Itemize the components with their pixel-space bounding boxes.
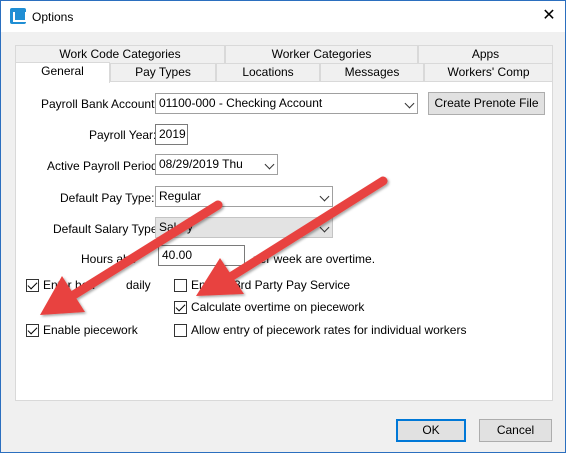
enable-piecework-checkbox[interactable] xyxy=(26,324,39,337)
default-pay-type-select[interactable]: Regular xyxy=(155,186,333,207)
bank-account-select[interactable]: 01100-000 - Checking Account xyxy=(155,93,418,114)
enter-hours-daily-checkbox[interactable] xyxy=(26,279,39,292)
calculate-overtime-label: Calculate overtime on piecework xyxy=(191,300,365,314)
payroll-year-label: Payroll Year: xyxy=(89,128,157,142)
close-icon[interactable]: ✕ xyxy=(535,3,563,29)
enter-hours-daily-label: Enter hou xyxy=(43,278,96,292)
default-salary-type-value: Salary xyxy=(159,220,194,234)
bank-account-value: 01100-000 - Checking Account xyxy=(159,96,323,110)
default-salary-type-select[interactable]: Salary xyxy=(155,217,333,238)
payroll-year-input[interactable]: 2019 xyxy=(155,124,188,145)
options-dialog: Options ✕ Work Code Categories Worker Ca… xyxy=(0,0,566,453)
general-panel: Payroll Bank Account: 01100-000 - Checki… xyxy=(15,81,553,401)
default-pay-type-value: Regular xyxy=(159,189,202,203)
cancel-button[interactable]: Cancel xyxy=(479,419,552,442)
tab-workers-comp[interactable]: Workers' Comp xyxy=(424,63,553,81)
default-salary-type-label: Default Salary Type: xyxy=(53,222,161,236)
allow-piecework-rates-label: Allow entry of piecework rates for indiv… xyxy=(191,323,467,337)
active-period-label: Active Payroll Period: xyxy=(47,159,162,173)
active-period-select[interactable]: 08/29/2019 Thu xyxy=(155,154,278,175)
title-bar: Options ✕ xyxy=(1,1,565,32)
tab-work-code-categories[interactable]: Work Code Categories xyxy=(15,45,225,63)
window-title: Options xyxy=(32,10,74,24)
allow-piecework-rates-checkbox[interactable] xyxy=(174,324,187,337)
third-party-pay-label: En xyxy=(191,278,206,292)
enter-hours-daily-label-tail: daily xyxy=(126,278,151,292)
tab-locations[interactable]: Locations xyxy=(216,63,320,81)
active-period-value: 08/29/2019 Thu xyxy=(159,157,243,171)
create-prenote-button[interactable]: Create Prenote File xyxy=(428,92,545,115)
enable-piecework-label: Enable piecework xyxy=(43,323,138,337)
overtime-hours-input[interactable]: 40.00 xyxy=(158,245,245,266)
tab-general[interactable]: General xyxy=(15,62,110,83)
third-party-pay-checkbox[interactable] xyxy=(174,279,187,292)
hours-label-before: Hours abo xyxy=(81,252,137,266)
bank-account-label: Payroll Bank Account: xyxy=(41,97,158,111)
ok-button[interactable]: OK xyxy=(396,419,466,442)
tab-pay-types[interactable]: Pay Types xyxy=(110,63,216,81)
third-party-pay-label-tail: 3rd Party Pay Service xyxy=(234,278,351,292)
hours-label-after: per week are overtime. xyxy=(253,252,376,266)
calculate-overtime-checkbox[interactable] xyxy=(174,301,187,314)
tab-worker-categories[interactable]: Worker Categories xyxy=(225,45,418,63)
tab-apps[interactable]: Apps xyxy=(418,45,553,63)
default-pay-type-label: Default Pay Type: xyxy=(60,191,155,205)
tab-messages[interactable]: Messages xyxy=(320,63,424,81)
app-icon xyxy=(10,8,27,24)
